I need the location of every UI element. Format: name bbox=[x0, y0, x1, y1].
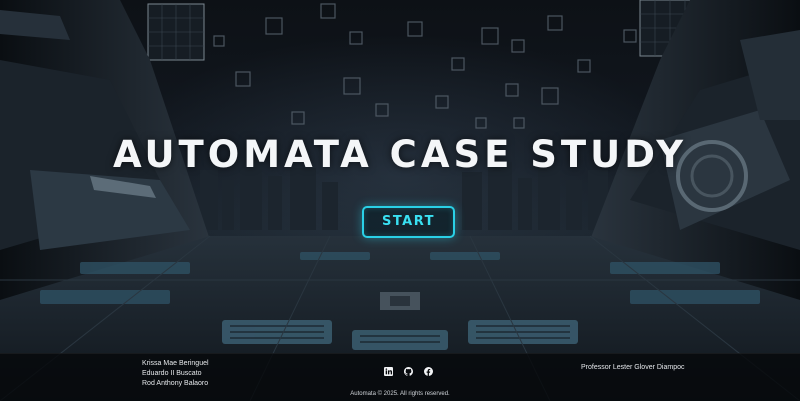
facebook-icon[interactable] bbox=[424, 367, 433, 376]
corridor-illustration bbox=[0, 0, 800, 401]
professor-name: Professor Lester Glover Diampoc bbox=[581, 364, 685, 371]
member-name: Rod Anthony Balaoro bbox=[142, 380, 209, 387]
start-button[interactable]: START bbox=[362, 206, 455, 238]
member-name: Krissa Mae Beringuel bbox=[142, 360, 209, 367]
member-name: Eduardo II Buscato bbox=[142, 370, 202, 377]
background-scene bbox=[0, 0, 800, 401]
page-title: AUTOMATA CASE STUDY bbox=[112, 133, 688, 176]
github-icon[interactable] bbox=[404, 367, 413, 376]
social-links bbox=[384, 367, 433, 376]
footer: Krissa Mae Beringuel Eduardo II Buscato … bbox=[0, 353, 800, 401]
linkedin-icon[interactable] bbox=[384, 367, 393, 376]
copyright-text: Automata © 2025. All rights reserved. bbox=[350, 391, 450, 397]
team-members: Krissa Mae Beringuel Eduardo II Buscato … bbox=[142, 359, 209, 389]
